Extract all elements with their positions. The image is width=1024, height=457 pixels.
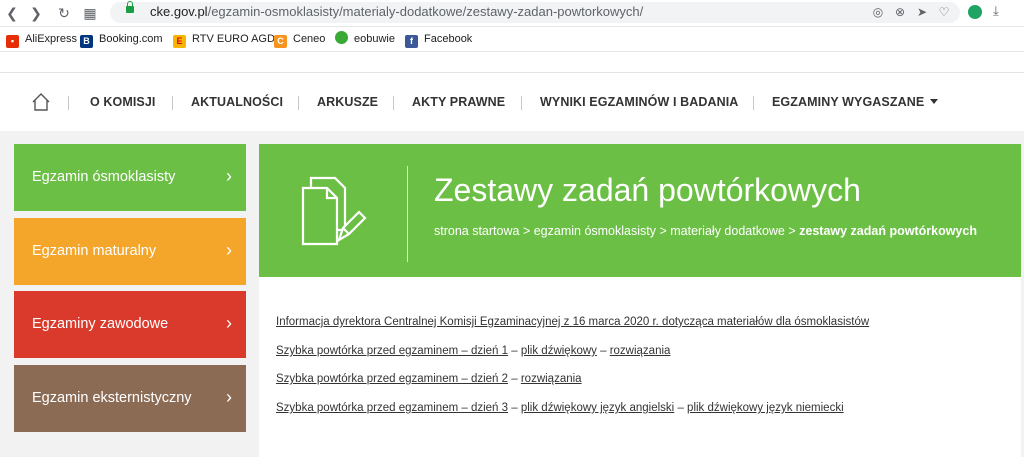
- page-header-banner: Zestawy zadań powtórkowych strona starto…: [259, 144, 1021, 277]
- bookmark-eobuwie[interactable]: eobuwie: [335, 31, 395, 47]
- day1-solutions-link[interactable]: rozwiązania: [610, 345, 671, 357]
- sidebar-item-zawodowe[interactable]: Egzaminy zawodowe ›: [14, 291, 246, 358]
- sidebar-item-eksternistyczny[interactable]: Egzamin eksternistyczny ›: [14, 365, 246, 432]
- home-icon[interactable]: [32, 93, 50, 111]
- reload-icon[interactable]: ↻: [54, 3, 74, 23]
- bookmark-ceneo[interactable]: C Ceneo: [274, 31, 325, 48]
- sidebar-item-maturalny[interactable]: Egzamin maturalny ›: [14, 218, 246, 285]
- nav-separator: [393, 96, 394, 110]
- booking-icon: B: [80, 35, 93, 48]
- bookmarks-bar: ▪ AliExpress B Booking.com E RTV EURO AGD C…: [0, 27, 1024, 52]
- page-title: Zestawy zadań powtórkowych: [434, 172, 861, 208]
- url-text[interactable]: cke.gov.pl/egzamin-osmoklasisty/material…: [150, 4, 643, 19]
- nav-separator: [753, 96, 754, 110]
- info-link[interactable]: Informacja dyrektora Centralnej Komisji …: [276, 316, 869, 328]
- download-icon[interactable]: ⤓: [993, 3, 999, 19]
- day1-link[interactable]: Szybka powtórka przed egzaminem – dzień …: [276, 345, 508, 357]
- day3-audio-english-link[interactable]: plik dźwiękowy język angielski: [521, 402, 674, 414]
- chevron-right-icon: ›: [226, 313, 232, 333]
- rtv-euro-agd-icon: E: [173, 35, 186, 48]
- eobuwie-icon: [335, 31, 348, 44]
- nav-akty-prawne[interactable]: AKTY PRAWNE: [412, 95, 505, 109]
- chevron-right-icon: ›: [226, 240, 232, 260]
- nav-separator: [68, 96, 69, 110]
- block-icon[interactable]: ⊗: [892, 4, 908, 20]
- camera-icon[interactable]: ◎: [870, 4, 886, 20]
- chat-extension-icon[interactable]: [968, 5, 982, 19]
- nav-separator: [298, 96, 299, 110]
- bookmark-rtv-euro-agd[interactable]: E RTV EURO AGD: [173, 31, 275, 48]
- list-item: Szybka powtórka przed egzaminem – dzień …: [276, 373, 582, 385]
- back-icon[interactable]: ❮: [2, 3, 22, 23]
- breadcrumb-osmoklasisty[interactable]: egzamin ósmoklasisty: [534, 224, 656, 238]
- lock-icon: [126, 1, 134, 13]
- nav-separator: [521, 96, 522, 110]
- day2-link[interactable]: Szybka powtórka przed egzaminem – dzień …: [276, 373, 508, 385]
- sidebar-item-label: Egzamin maturalny: [32, 243, 157, 259]
- send-icon[interactable]: ➤: [914, 4, 930, 20]
- forward-icon[interactable]: ❯: [26, 3, 46, 23]
- day3-link[interactable]: Szybka powtórka przed egzaminem – dzień …: [276, 402, 508, 414]
- day3-audio-german-link[interactable]: plik dźwiękowy język niemiecki: [687, 402, 844, 414]
- facebook-icon: f: [405, 35, 418, 48]
- browser-toolbar: ❮ ❯ ↻ ▦ cke.gov.pl/egzamin-osmoklasisty/…: [0, 0, 1024, 27]
- documents-edit-icon: [301, 176, 367, 246]
- bookmark-aliexpress[interactable]: ▪ AliExpress: [6, 31, 77, 48]
- day2-solutions-link[interactable]: rozwiązania: [521, 373, 582, 385]
- nav-o-komisji[interactable]: O KOMISJI: [90, 95, 156, 109]
- breadcrumb-current: zestawy zadań powtórkowych: [799, 224, 977, 238]
- sidebar-item-label: Egzamin eksternistyczny: [32, 390, 192, 406]
- breadcrumb: strona startowa > egzamin ósmoklasisty >…: [434, 224, 977, 238]
- sidebar-item-label: Egzamin ósmoklasisty: [32, 169, 176, 185]
- bookmark-booking[interactable]: B Booking.com: [80, 31, 163, 48]
- breadcrumb-materialy[interactable]: materiały dodatkowe: [670, 224, 785, 238]
- list-item: Informacja dyrektora Centralnej Komisji …: [276, 316, 869, 328]
- banner-divider: [407, 166, 408, 262]
- list-item: Szybka powtórka przed egzaminem – dzień …: [276, 402, 844, 414]
- aliexpress-icon: ▪: [6, 35, 19, 48]
- heart-icon[interactable]: ♡: [936, 4, 952, 20]
- chevron-right-icon: ›: [226, 166, 232, 186]
- bookmark-facebook[interactable]: f Facebook: [405, 31, 472, 48]
- sidebar-item-label: Egzaminy zawodowe: [32, 316, 169, 332]
- main-navigation: O KOMISJI AKTUALNOŚCI ARKUSZE AKTY PRAWN…: [0, 72, 1024, 131]
- content-area: Informacja dyrektora Centralnej Komisji …: [259, 277, 1021, 457]
- nav-arkusze[interactable]: ARKUSZE: [317, 95, 378, 109]
- nav-egzaminy-wygaszane[interactable]: EGZAMINY WYGASZANE: [772, 95, 939, 109]
- nav-aktualnosci[interactable]: AKTUALNOŚCI: [191, 95, 283, 109]
- nav-wyniki-egzaminow[interactable]: WYNIKI EGZAMINÓW I BADANIA: [540, 95, 738, 109]
- chevron-right-icon: ›: [226, 387, 232, 407]
- ceneo-icon: C: [274, 35, 287, 48]
- caret-down-icon: [930, 99, 939, 104]
- sidebar-item-osmoklasisty[interactable]: Egzamin ósmoklasisty ›: [14, 144, 246, 211]
- list-item: Szybka powtórka przed egzaminem – dzień …: [276, 345, 671, 357]
- nav-separator: [172, 96, 173, 110]
- day1-audio-link[interactable]: plik dźwiękowy: [521, 345, 597, 357]
- address-bar[interactable]: cke.gov.pl/egzamin-osmoklasisty/material…: [110, 1, 960, 23]
- breadcrumb-home[interactable]: strona startowa: [434, 224, 519, 238]
- apps-grid-icon[interactable]: ▦: [80, 3, 100, 23]
